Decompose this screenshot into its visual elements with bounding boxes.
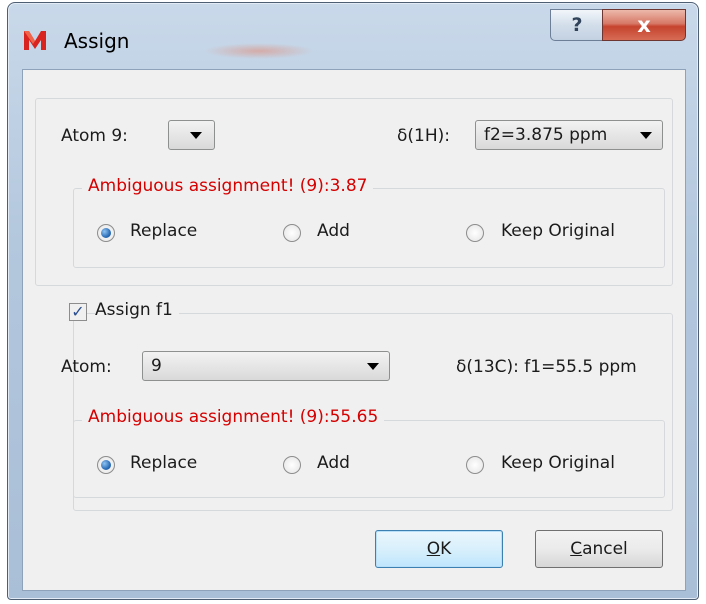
title-bar[interactable]: Assign ? x (8, 3, 698, 69)
close-icon: x (637, 13, 651, 37)
checkmark-icon: ✓ (71, 302, 85, 321)
dialog-client-area: Atom 9: δ(1H): f2=3.875 ppm Ambiguous as… (22, 69, 686, 591)
title-bar-glow (204, 43, 314, 59)
f2-replace-radio[interactable] (97, 224, 115, 242)
proton-shift-value: f2=3.875 ppm (484, 125, 608, 145)
f2-replace-label[interactable]: Replace (130, 221, 197, 241)
f2-add-label[interactable]: Add (317, 221, 350, 241)
f1-atom-label: Atom: (61, 357, 112, 377)
f1-add-label[interactable]: Add (317, 453, 350, 473)
assign-f1-checkbox[interactable]: ✓ (69, 303, 87, 321)
ok-button-mnemonic: O (426, 539, 441, 559)
ok-button-label: K (440, 539, 452, 559)
carbon-shift-text: δ(13C): f1=55.5 ppm (456, 357, 637, 377)
close-button[interactable]: x (602, 9, 686, 41)
atom9-dropdown[interactable] (168, 120, 215, 150)
f1-add-radio[interactable] (283, 456, 301, 474)
f1-replace-label[interactable]: Replace (130, 453, 197, 473)
f2-add-radio[interactable] (283, 224, 301, 242)
assign-f1-label[interactable]: Assign f1 (95, 300, 179, 320)
f1-replace-radio[interactable] (97, 456, 115, 474)
atom9-label: Atom 9: (61, 126, 128, 146)
proton-shift-label: δ(1H): (397, 126, 450, 146)
chevron-down-icon (190, 132, 202, 139)
app-logo-icon (23, 29, 47, 51)
f1-keep-original-radio[interactable] (466, 456, 484, 474)
ok-button[interactable]: OK (375, 530, 503, 568)
cancel-button-label: ancel (582, 539, 628, 559)
assign-dialog: Assign ? x Atom 9: δ(1H): f2=3.875 ppm A… (7, 2, 699, 600)
f1-atom-value: 9 (151, 356, 162, 376)
f2-keep-original-label[interactable]: Keep Original (501, 221, 615, 241)
f2-ambiguous-warning: Ambiguous assignment! (9):3.87 (82, 176, 374, 196)
f2-keep-original-radio[interactable] (466, 224, 484, 242)
proton-shift-dropdown[interactable]: f2=3.875 ppm (475, 120, 663, 150)
help-button[interactable]: ? (550, 9, 604, 41)
f1-keep-original-label[interactable]: Keep Original (501, 453, 615, 473)
cancel-button-mnemonic: C (570, 539, 583, 559)
chevron-down-icon (367, 363, 379, 370)
help-icon: ? (571, 14, 583, 36)
f1-atom-dropdown[interactable]: 9 (142, 351, 390, 381)
cancel-button[interactable]: Cancel (535, 530, 663, 568)
chevron-down-icon (640, 132, 652, 139)
f1-ambiguous-warning: Ambiguous assignment! (9):55.65 (82, 407, 385, 427)
window-title: Assign (64, 29, 130, 53)
